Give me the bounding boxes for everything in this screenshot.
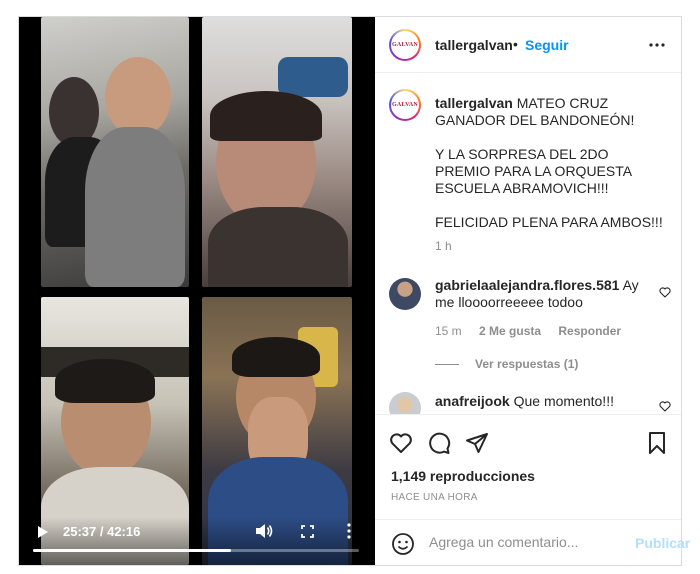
more-options-icon[interactable] <box>649 43 665 47</box>
reply-button[interactable]: Responder <box>558 324 621 338</box>
comment-icon[interactable] <box>427 431 451 455</box>
caption-line-1: tallergalvan MATEO CRUZ GANADOR DEL BAND… <box>435 95 665 129</box>
header-separator: • <box>513 36 518 52</box>
comment-text: anafreijook Que momento!!! <box>435 393 651 410</box>
post-header: GALVAN tallergalvan • Seguir <box>375 17 681 73</box>
heart-icon[interactable] <box>389 431 413 455</box>
comment-username[interactable]: anafreijook <box>435 393 510 409</box>
post-timestamp: HACE UNA HORA <box>391 492 478 503</box>
view-replies-button[interactable]: Ver respuestas (1) <box>435 357 578 371</box>
volume-icon[interactable] <box>255 523 273 539</box>
video-player[interactable]: 25:37 / 42:16 <box>19 17 375 565</box>
more-vertical-icon[interactable] <box>347 523 351 539</box>
bookmark-icon[interactable] <box>645 431 669 455</box>
video-time: 25:37 / 42:16 <box>63 524 140 539</box>
comment-like-heart-icon[interactable] <box>659 401 671 412</box>
comments-scroll-area[interactable]: GALVAN tallergalvan MATEO CRUZ GANADOR D… <box>375 74 681 414</box>
replies-line <box>435 363 459 365</box>
share-icon[interactable] <box>465 431 489 455</box>
avatar-inner: GALVAN <box>391 31 419 59</box>
comment-avatar[interactable] <box>389 278 421 310</box>
comment-meta: 15 m 2 Me gusta Responder <box>435 324 635 338</box>
avatar[interactable]: GALVAN <box>389 29 421 61</box>
video-current-time: 25:37 <box>63 524 97 539</box>
comment-likes[interactable]: 2 Me gusta <box>479 324 541 338</box>
comment-input[interactable] <box>429 534 609 550</box>
caption-avatar-inner: GALVAN <box>391 91 419 119</box>
caption-avatar-logo: GALVAN <box>392 102 418 108</box>
fullscreen-icon[interactable] <box>301 525 314 538</box>
comment-avatar[interactable] <box>389 392 421 414</box>
caption-gap <box>435 197 665 214</box>
caption-line-3: FELICIDAD PLENA PARA AMBOS!!! <box>435 214 663 230</box>
caption-avatar[interactable]: GALVAN <box>389 89 421 121</box>
comment-text: gabrielaalejandra.flores.581 Ay me llooo… <box>435 277 651 311</box>
avatar-logo: GALVAN <box>392 42 418 48</box>
follow-button[interactable]: Seguir <box>525 37 569 53</box>
video-time-separator: / <box>96 524 108 539</box>
video-controls: 25:37 / 42:16 <box>19 517 375 565</box>
emoji-icon[interactable] <box>391 532 415 556</box>
publish-button[interactable]: Publicar <box>635 535 690 551</box>
instagram-post: 25:37 / 42:16 GALVAN tallergalvan • Segu… <box>18 16 690 566</box>
caption-username[interactable]: tallergalvan <box>435 95 513 111</box>
video-duration: 42:16 <box>107 524 141 539</box>
view-replies-label: Ver respuestas (1) <box>475 357 579 371</box>
video-progress-fill <box>33 549 231 552</box>
comment-username[interactable]: gabrielaalejandra.flores.581 <box>435 277 619 293</box>
comment-time[interactable]: 15 m <box>435 324 462 338</box>
video-tile-top-left <box>41 17 189 287</box>
caption-line-2: Y LA SORPRESA DEL 2DO PREMIO PARA LA ORQ… <box>435 146 632 196</box>
post-caption: tallergalvan MATEO CRUZ GANADOR DEL BAND… <box>435 95 665 231</box>
comment-body: Que momento!!! <box>513 393 614 409</box>
video-progress-bar[interactable] <box>33 549 359 552</box>
header-username[interactable]: tallergalvan <box>435 37 513 53</box>
play-icon[interactable] <box>37 525 49 539</box>
caption-time[interactable]: 1 h <box>435 239 452 253</box>
comment-like-heart-icon[interactable] <box>659 287 671 298</box>
add-comment-bar: Publicar <box>375 519 690 565</box>
video-tile-top-right <box>202 17 352 287</box>
post-side-panel: GALVAN tallergalvan • Seguir GALVAN tall… <box>375 17 690 565</box>
caption-gap <box>435 129 665 146</box>
post-actions: 1,149 reproducciones HACE UNA HORA <box>375 414 681 534</box>
view-count[interactable]: 1,149 reproducciones <box>391 468 535 484</box>
